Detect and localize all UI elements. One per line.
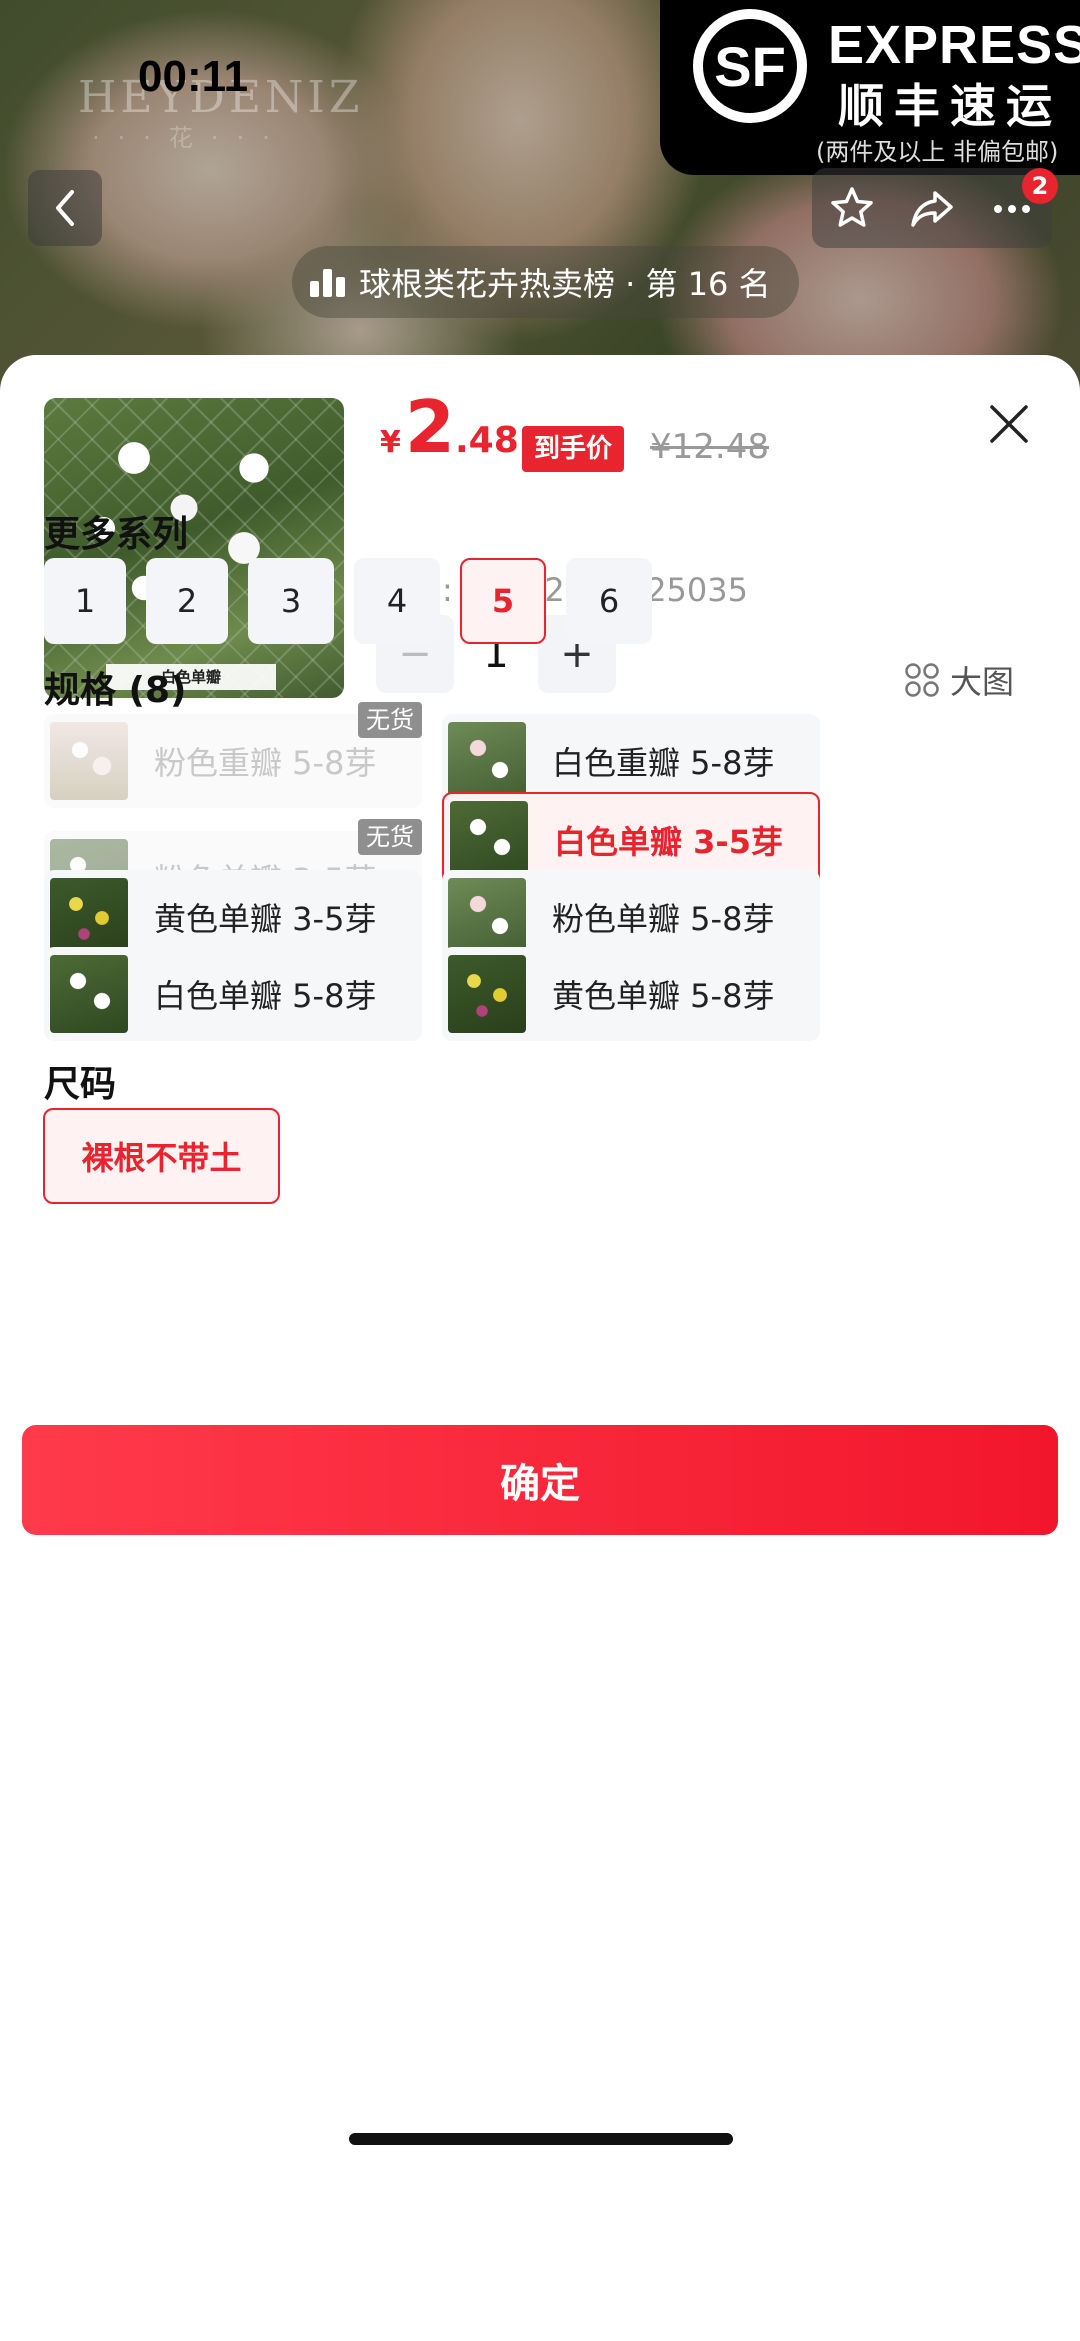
star-icon [831, 187, 873, 227]
original-price: ¥12.48 [650, 427, 769, 467]
price-decimal: .48 [454, 420, 519, 461]
sf-name-text: 顺丰速运 [838, 79, 1062, 133]
series-option[interactable]: 3 [248, 558, 334, 644]
out-of-stock-badge: 无货 [358, 819, 422, 855]
spec-option[interactable]: 白色单瓣 5-8芽 [44, 947, 422, 1041]
size-option-selected[interactable]: 裸根不带土 [43, 1108, 280, 1204]
series-option[interactable]: 4 [354, 558, 440, 644]
out-of-stock-badge: 无货 [358, 702, 422, 738]
spec-label: 白色单瓣 5-8芽 [154, 977, 377, 1015]
sku-selector-sheet: 白色单瓣 ¥ 2 .48 到手价 ¥12.48 编号: 101423925250… [0, 355, 1080, 2341]
sf-logo-icon: SF [693, 9, 807, 123]
spec-label: 粉色重瓣 5-8芽 [154, 744, 377, 782]
share-icon [911, 191, 953, 227]
sf-shipping-note: (两件及以上 非偏包邮) [816, 138, 1059, 166]
series-option[interactable]: 1 [44, 558, 126, 644]
size-title: 尺码 [44, 1064, 117, 1105]
spec-option-disabled[interactable]: 粉色重瓣 5-8芽 无货 [44, 702, 422, 808]
status-time: 00:11 [138, 52, 249, 101]
pink-single-flower-icon [448, 878, 526, 956]
yellow-single-flower-icon [50, 878, 128, 956]
big-image-toggle[interactable]: 大图 [904, 657, 1014, 703]
close-icon[interactable] [986, 401, 1032, 447]
series-option[interactable]: 6 [566, 558, 652, 644]
confirm-button[interactable]: 确定 [22, 1425, 1058, 1535]
brand-watermark-sub: ···花··· [92, 124, 288, 152]
sf-express-banner: SF EXPRESS 顺丰速运 (两件及以上 非偏包邮) [660, 0, 1080, 175]
ranking-text: 球根类花卉热卖榜 · 第 16 名 [359, 265, 771, 303]
spec-title: 规格 (8) [44, 670, 187, 711]
price: ¥ 2 .48 [380, 391, 519, 463]
top-actions-group [812, 168, 1052, 248]
svg-text:SF: SF [714, 35, 786, 98]
bar-chart-icon [310, 267, 345, 297]
spec-label: 粉色单瓣 5-8芽 [552, 900, 775, 938]
series-title: 更多系列 [44, 514, 189, 555]
yellow-single-flower-icon [448, 955, 526, 1033]
chevron-left-icon [56, 190, 74, 226]
back-button[interactable] [28, 170, 102, 246]
big-image-label: 大图 [950, 663, 1015, 701]
series-option[interactable]: 2 [146, 558, 228, 644]
sf-express-text: EXPRESS [828, 15, 1080, 75]
white-double-flower-icon [448, 722, 526, 800]
price-integer: 2 [404, 385, 455, 469]
cart-count-badge: 2 [1022, 168, 1058, 204]
ranking-banner[interactable]: 球根类花卉热卖榜 · 第 16 名 [292, 246, 799, 318]
spec-label: 白色单瓣 3-5芽 [554, 823, 783, 861]
share-button[interactable] [897, 173, 967, 243]
spec-label: 黄色单瓣 3-5芽 [154, 900, 377, 938]
grid-view-icon [905, 663, 939, 697]
final-price-tag: 到手价 [522, 426, 625, 472]
favorite-button[interactable] [817, 173, 887, 243]
spec-label: 白色重瓣 5-8芽 [552, 744, 775, 782]
series-options: 1 2 3 4 5 6 [44, 558, 652, 644]
series-option-selected[interactable]: 5 [460, 558, 546, 644]
white-single-flower-icon [50, 955, 128, 1033]
white-single-flower-icon [450, 801, 528, 879]
spec-option[interactable]: 黄色单瓣 5-8芽 [442, 947, 820, 1041]
home-indicator [349, 2133, 733, 2145]
spec-label: 黄色单瓣 5-8芽 [552, 977, 775, 1015]
currency-symbol: ¥ [380, 425, 401, 460]
pink-flower-icon [50, 722, 128, 800]
